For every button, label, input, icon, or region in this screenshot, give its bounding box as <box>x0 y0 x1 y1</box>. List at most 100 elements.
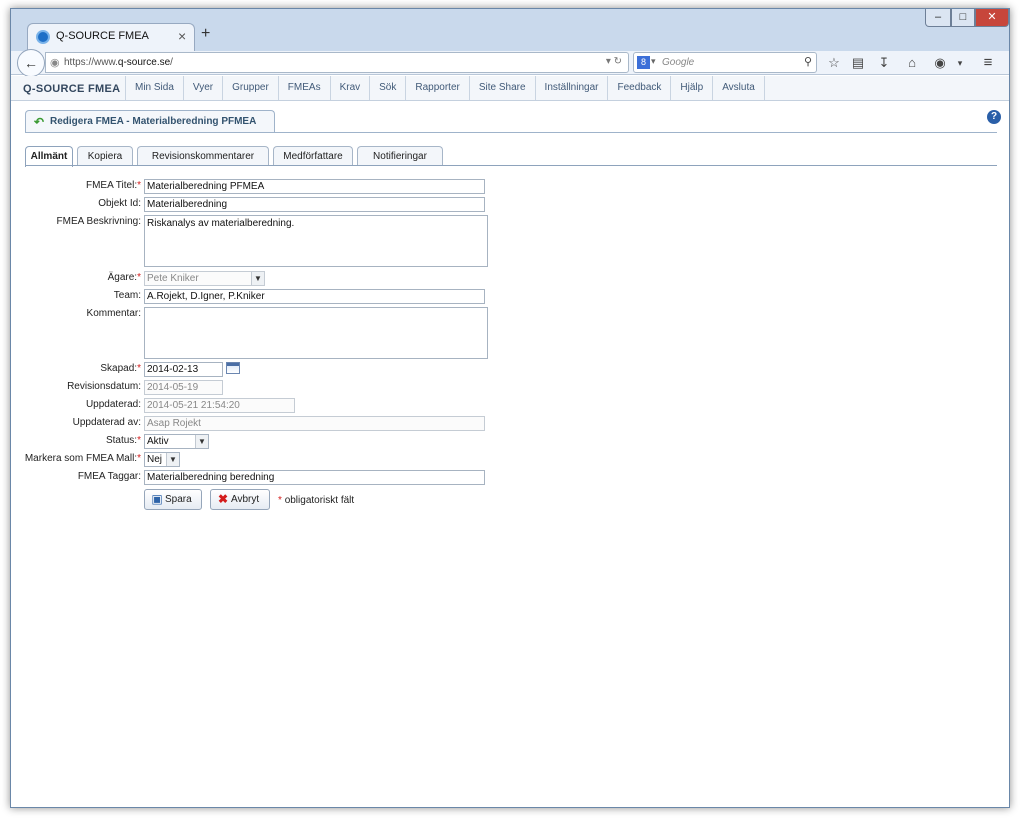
label-agare-text: Ägare: <box>107 272 138 283</box>
skapad-input[interactable]: 2014-02-13 <box>144 362 223 377</box>
cross-icon: ✖ <box>217 492 229 506</box>
home-icon[interactable]: ⌂ <box>901 53 923 73</box>
browser-tab[interactable]: Q-SOURCE FMEA × <box>27 23 195 51</box>
url-bar[interactable]: ◉ https://www.q-source.se/ ▾ ↻ <box>45 52 629 73</box>
label-titel-text: FMEA Titel: <box>85 180 138 191</box>
team-input[interactable]: A.Rojekt, D.Igner, P.Kniker <box>144 289 485 304</box>
search-engine-dropdown-icon[interactable]: ▾ <box>651 56 656 67</box>
cancel-button[interactable]: ✖ Avbryt <box>210 489 270 510</box>
url-text: https://www.q-source.se/ <box>64 57 173 68</box>
agare-select[interactable]: Pete Kniker ▼ <box>144 271 265 286</box>
menu-item-rapporter[interactable]: Rapporter <box>405 76 468 100</box>
url-prefix: https://www. <box>64 57 118 68</box>
menu-icon[interactable]: ≡ <box>977 53 999 73</box>
required-marker: * <box>137 363 141 374</box>
label-uppdaterad: Uppdaterad: <box>85 399 141 410</box>
label-mall: Markera som FMEA Mall:* <box>11 453 141 464</box>
google-icon[interactable]: 8 <box>637 56 650 69</box>
kommentar-textarea[interactable] <box>144 307 488 359</box>
back-arrow-icon[interactable]: ↶ <box>34 115 44 129</box>
minimize-icon: – <box>934 11 942 23</box>
menu-item-sok[interactable]: Sök <box>369 76 405 100</box>
status-value: Aktiv <box>147 436 169 447</box>
browser-window: Q-SOURCE FMEA × + – □ ✕ ← ◉ https://www.… <box>10 8 1010 808</box>
main-menu: Min Sida Vyer Grupper FMEAs Krav Sök Rap… <box>125 76 765 100</box>
menu-item-fmeas[interactable]: FMEAs <box>277 76 330 100</box>
status-select[interactable]: Aktiv ▼ <box>144 434 209 449</box>
taggar-input[interactable]: Materialberedning beredning <box>144 470 485 485</box>
objekt-id-input[interactable]: Materialberedning <box>144 197 485 212</box>
close-window-button[interactable]: ✕ <box>975 9 1009 27</box>
revisionsdatum-input[interactable]: 2014-05-19 <box>144 380 223 395</box>
app-brand[interactable]: Q-SOURCE FMEA <box>23 83 120 95</box>
save-button[interactable]: ▣ Spara <box>144 489 202 510</box>
reload-icon[interactable]: ▾ ↻ <box>606 56 622 67</box>
page-header-tab: ↶ Redigera FMEA - Materialberedning PFME… <box>25 110 275 132</box>
url-domain: q-source.se <box>117 57 171 68</box>
menu-item-hjalp[interactable]: Hjälp <box>670 76 712 100</box>
label-team: Team: <box>113 290 141 301</box>
search-icon[interactable]: ⚲ <box>804 55 812 68</box>
label-mall-text: Markera som FMEA Mall: <box>24 453 138 464</box>
download-icon[interactable]: ↧ <box>873 53 895 73</box>
menu-item-avsluta[interactable]: Avsluta <box>712 76 765 100</box>
label-objekt-id: Objekt Id: <box>98 198 141 209</box>
menu-item-vyer[interactable]: Vyer <box>182 76 222 100</box>
uppdaterad-av-input[interactable]: Asap Rojekt <box>144 416 485 431</box>
help-icon[interactable]: ? <box>987 110 1001 124</box>
tab-revisionskommentarer[interactable]: Revisionskommentarer <box>137 146 269 166</box>
search-bar[interactable]: 8 ▾ Google ⚲ <box>633 52 817 73</box>
uppdaterad-input[interactable]: 2014-05-21 21:54:20 <box>144 398 295 413</box>
save-button-label: Spara <box>165 494 192 505</box>
menu-item-min-sida[interactable]: Min Sida <box>125 76 183 100</box>
divider <box>25 132 997 133</box>
required-marker: * <box>137 272 141 283</box>
required-marker: * <box>137 180 141 191</box>
menu-item-grupper[interactable]: Grupper <box>222 76 278 100</box>
label-status-text: Status: <box>105 435 138 446</box>
back-button[interactable]: ← <box>17 49 45 77</box>
label-titel: FMEA Titel:* <box>11 180 141 191</box>
menu-item-site-share[interactable]: Site Share <box>468 76 535 100</box>
label-beskrivning: FMEA Beskrivning: <box>56 216 141 227</box>
search-input[interactable]: Google <box>662 57 694 68</box>
globe-icon: ◉ <box>50 57 60 69</box>
new-tab-button[interactable]: + <box>201 25 210 43</box>
tab-kopiera[interactable]: Kopiera <box>77 146 133 166</box>
tab-notifieringar[interactable]: Notifieringar <box>357 146 443 166</box>
required-note-text: obligatoriskt fält <box>284 495 355 506</box>
titel-input[interactable]: Materialberedning PFMEA <box>144 179 485 194</box>
bookmarks-list-icon[interactable]: ▤ <box>847 53 869 73</box>
menu-item-feedback[interactable]: Feedback <box>607 76 670 100</box>
minimize-button[interactable]: – <box>925 9 951 27</box>
mall-select[interactable]: Nej ▼ <box>144 452 180 467</box>
divider <box>25 165 997 166</box>
close-icon: ✕ <box>987 11 997 23</box>
label-skapad-text: Skapad: <box>100 363 138 374</box>
addon-dropdown-icon[interactable]: ▾ <box>949 53 971 73</box>
tab-title: Q-SOURCE FMEA <box>56 30 149 42</box>
tab-medforfattare[interactable]: Medförfattare <box>273 146 353 166</box>
addon-icon[interactable]: ◉ <box>929 53 951 73</box>
required-marker: * <box>278 495 282 506</box>
label-kommentar: Kommentar: <box>86 308 141 319</box>
calendar-icon[interactable] <box>226 362 240 374</box>
favicon-icon <box>36 30 50 44</box>
tab-allmant[interactable]: Allmänt <box>25 146 73 167</box>
menu-item-installningar[interactable]: Inställningar <box>534 76 608 100</box>
beskrivning-textarea[interactable]: Riskanalys av materialberedning. <box>144 215 488 267</box>
chevron-down-icon: ▼ <box>195 435 208 448</box>
maximize-button[interactable]: □ <box>951 9 975 27</box>
required-marker: * <box>137 435 141 446</box>
floppy-disk-icon: ▣ <box>151 492 163 506</box>
bookmark-star-icon[interactable]: ☆ <box>823 53 845 73</box>
label-taggar: FMEA Taggar: <box>77 471 141 482</box>
cancel-button-label: Avbryt <box>231 494 260 505</box>
required-marker: * <box>137 453 141 464</box>
title-bar: Q-SOURCE FMEA × + – □ ✕ <box>11 9 1009 51</box>
label-revisionsdatum: Revisionsdatum: <box>67 381 141 392</box>
tab-close-icon[interactable]: × <box>178 28 186 44</box>
navigation-bar: ← ◉ https://www.q-source.se/ ▾ ↻ 8 ▾ Goo… <box>11 49 1009 77</box>
menu-item-krav[interactable]: Krav <box>329 76 370 100</box>
label-agare: Ägare:* <box>11 272 141 283</box>
